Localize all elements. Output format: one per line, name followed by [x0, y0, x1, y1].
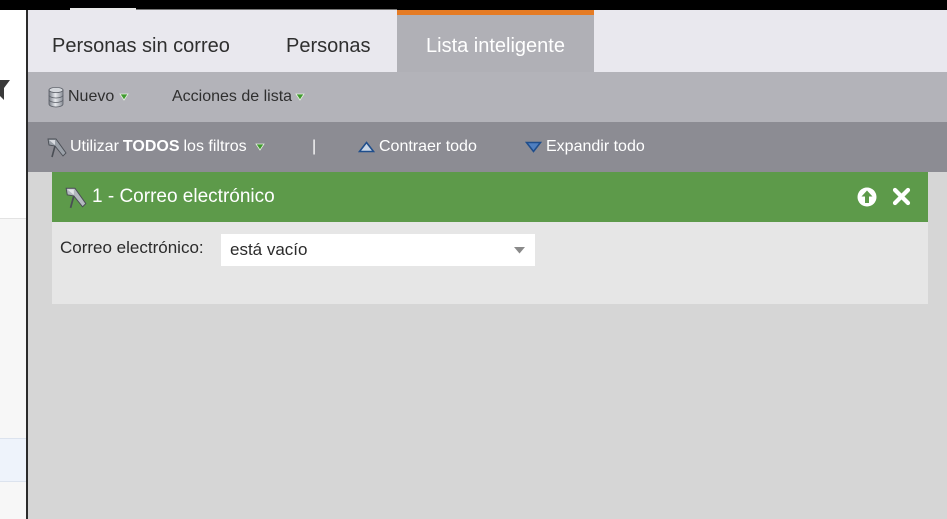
filter-logic-keyword: TODOS: [122, 138, 180, 155]
expand-all-button[interactable]: Expandir todo: [525, 122, 645, 172]
email-operator-select[interactable]: está vacío: [221, 234, 535, 266]
filter-rule-card: 1 - Correo electrónico Correo electrónic…: [52, 172, 928, 304]
email-condition-label: Correo electrónico:: [60, 238, 204, 257]
dropdown-arrow-icon: [254, 143, 265, 151]
sidebar-selected-item[interactable]: [0, 438, 26, 482]
triangle-down-icon: [525, 141, 542, 153]
filter-logic-suffix: los filtros: [183, 138, 247, 155]
top-bar: [0, 0, 947, 10]
filter-rule-body: Correo electrónico: está vacío: [52, 222, 928, 304]
filter-rule-title: 1 - Correo electrónico: [92, 186, 275, 207]
left-sidebar: [0, 10, 26, 519]
new-button-label: Nuevo: [68, 88, 115, 105]
list-actions-label: Acciones de lista: [172, 88, 293, 105]
smart-list-panel: Personas sin correo Personas Lista intel…: [28, 10, 947, 519]
new-button[interactable]: Nuevo: [46, 72, 129, 122]
filter-logic-prefix: Utilizar: [70, 138, 119, 155]
collapse-all-button[interactable]: Contraer todo: [358, 122, 477, 172]
tab-lista-inteligente[interactable]: Lista inteligente: [397, 10, 594, 72]
dropdown-arrow-icon: [295, 93, 305, 101]
expand-all-label: Expandir todo: [546, 138, 645, 155]
arrow-up-circle-icon[interactable]: [857, 187, 877, 207]
filter-rule-header[interactable]: 1 - Correo electrónico: [52, 172, 928, 222]
toolbar: Nuevo Acciones de lista: [28, 72, 947, 122]
tab-personas[interactable]: Personas: [286, 10, 371, 72]
dropdown-arrow-icon: [119, 93, 129, 101]
collapse-all-label: Contraer todo: [379, 138, 477, 155]
funnel-icon: [47, 138, 67, 158]
email-operator-value: está vacío: [230, 240, 308, 259]
tab-bar: Personas sin correo Personas Lista intel…: [28, 10, 947, 72]
filter-toggle-icon[interactable]: [0, 78, 10, 100]
tab-personas-sin-correo[interactable]: Personas sin correo: [52, 10, 230, 72]
filter-logic-bar: Utilizar TODOS los filtros | Contraer to…: [28, 122, 947, 172]
filter-rule-title-wrap: 1 - Correo electrónico: [64, 172, 275, 222]
chevron-down-icon: [514, 247, 525, 254]
list-actions-button[interactable]: Acciones de lista: [172, 72, 305, 122]
toolbar-separator: |: [312, 138, 317, 155]
triangle-up-icon: [358, 141, 375, 153]
close-icon[interactable]: [892, 187, 911, 206]
database-icon: [48, 87, 64, 108]
filter-logic-dropdown[interactable]: Utilizar TODOS los filtros: [46, 122, 265, 172]
funnel-icon: [65, 187, 87, 209]
